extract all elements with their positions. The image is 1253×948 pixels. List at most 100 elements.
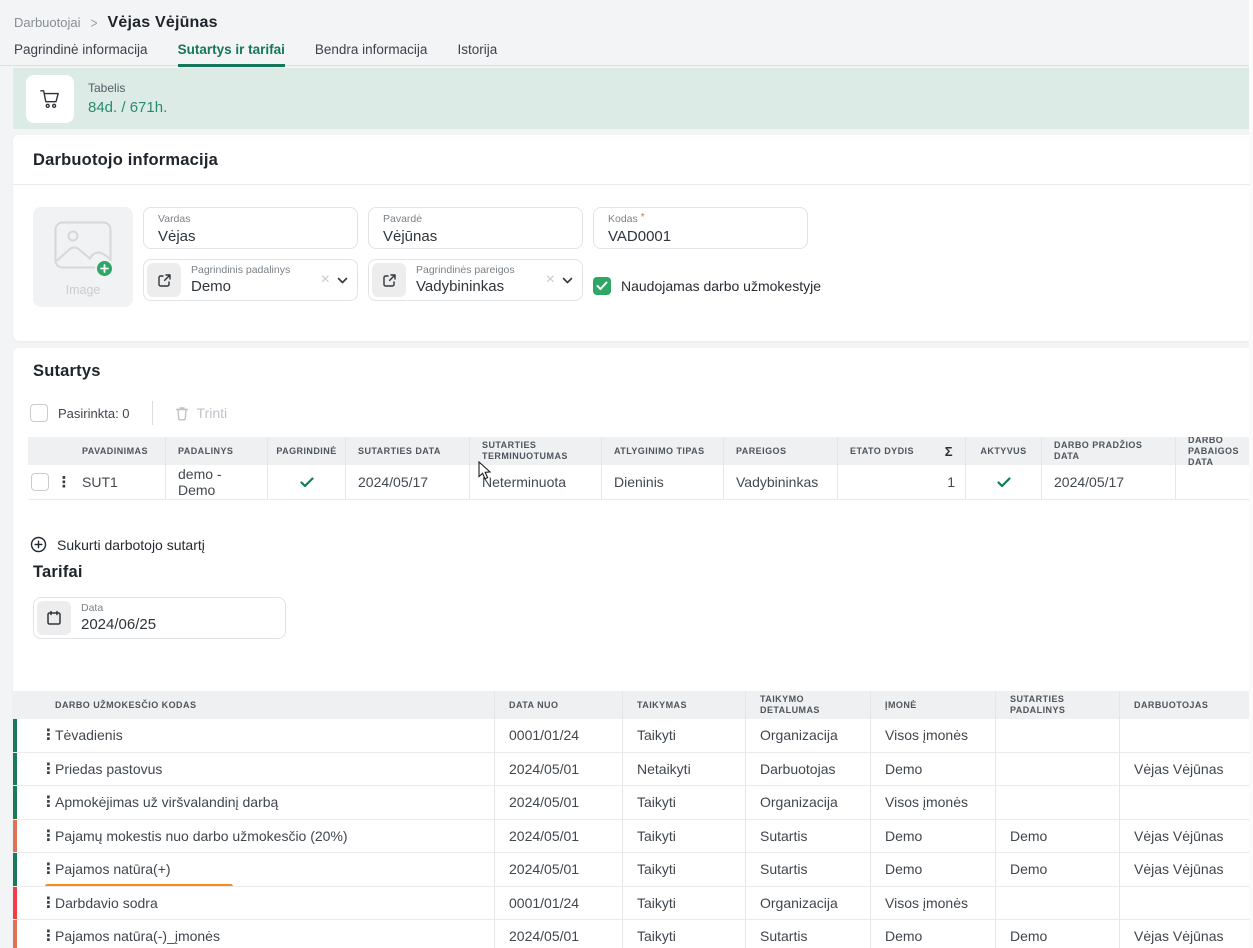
header-menu-cell <box>52 437 76 465</box>
tab-bar: Pagrindinė informacija Sutartys ir tarif… <box>14 41 1253 67</box>
breadcrumb-parent-link[interactable]: Darbuotojai <box>14 15 81 30</box>
tariff-cell-taikymas: Taikyti <box>623 853 746 886</box>
tariff-code-cell: ⋮Pajamų mokestis nuo darbo užmokesčio (2… <box>13 820 495 853</box>
open-pareigos-button[interactable] <box>372 263 406 297</box>
tariff-cell-padalinys: Demo <box>996 920 1120 948</box>
chevron-down-icon[interactable] <box>562 277 573 284</box>
tariff-cell-detalumas: Organizacija <box>746 719 871 752</box>
row-menu-kebab-icon[interactable]: ⋮ <box>41 895 56 910</box>
timesheet-cart-icon <box>26 75 74 123</box>
contract-cell-etato_dydis: 1 <box>838 465 966 499</box>
sigma-icon[interactable]: Σ <box>945 446 953 457</box>
row-menu-kebab-icon[interactable]: ⋮ <box>41 828 56 843</box>
row-menu-kebab-icon[interactable]: ⋮ <box>41 862 56 877</box>
contracts-table-header: PAVADINIMASPADALINYSPAGRINDINĖSUTARTIES … <box>28 437 1253 465</box>
trash-icon[interactable] <box>175 406 189 421</box>
tariff-code-label: Tėvadienis <box>55 727 123 743</box>
date-label: Data <box>81 602 276 615</box>
tariff-cell-imone: Visos įmonės <box>871 719 996 752</box>
breadcrumb-chevron-icon: > <box>91 14 98 31</box>
tab-bendra-informacija[interactable]: Bendra informacija <box>315 41 428 67</box>
padalinys-value: Demo <box>191 277 317 297</box>
row-status-bar <box>13 887 17 920</box>
payroll-checkbox-row[interactable]: Naudojamas darbo užmokestyje <box>593 259 808 301</box>
tab-istorija[interactable]: Istorija <box>457 41 497 67</box>
external-link-icon <box>157 273 172 288</box>
row-menu-kebab-icon[interactable]: ⋮ <box>41 728 56 743</box>
create-contract-button[interactable]: Sukurti darbotojo sutartį <box>30 536 1253 553</box>
create-contract-label: Sukurti darbotojo sutartį <box>57 537 205 553</box>
row-menu-kebab-icon[interactable]: ⋮ <box>41 929 56 944</box>
pareigos-field[interactable]: Pagrindinės pareigos Vadybininkas × <box>368 259 583 301</box>
contract-cell-pradzios_data: 2024/05/17 <box>1042 465 1176 499</box>
clear-icon[interactable]: × <box>321 272 330 288</box>
padalinys-field[interactable]: Pagrindinis padalinys Demo × <box>143 259 358 301</box>
clear-icon[interactable]: × <box>546 272 555 288</box>
scrollbar-track[interactable] <box>1249 0 1253 948</box>
contract-cell-padalinys: demo - Demo <box>166 465 268 499</box>
tariff-cell-imone: Demo <box>871 820 996 853</box>
tab-pagrindine-informacija[interactable]: Pagrindinė informacija <box>14 41 148 67</box>
pareigos-label: Pagrindinės pareigos <box>416 264 542 277</box>
tariff-row: ⋮Darbdavio sodra0001/01/24TaikytiOrganiz… <box>13 887 1253 921</box>
contracts-column-header: PAREIGOS <box>724 437 838 465</box>
tariff-cell-darbuotojas: Vėjas Vėjūnas <box>1120 820 1253 853</box>
tariff-row: ⋮Pajamos natūra(-)_įmonės2024/05/01Taiky… <box>13 920 1253 948</box>
pareigos-value: Vadybininkas <box>416 277 542 297</box>
tariff-cell-taikymas: Netaikyti <box>623 753 746 786</box>
contracts-section-title: Sutartys <box>13 348 1253 381</box>
contracts-table: PAVADINIMASPADALINYSPAGRINDINĖSUTARTIES … <box>28 437 1253 500</box>
row-menu-kebab-icon[interactable]: ⋮ <box>57 475 72 490</box>
open-padalinys-button[interactable] <box>147 263 181 297</box>
banner-title: Tabelis <box>88 81 167 95</box>
calendar-button[interactable] <box>37 601 71 635</box>
pavarde-field[interactable]: Pavardė Vėjūnas <box>368 207 583 249</box>
header-select-cell <box>28 437 52 465</box>
tabelis-banner[interactable]: Tabelis 84d. / 671h. <box>13 68 1253 129</box>
tariff-cell-detalumas: Sutartis <box>746 820 871 853</box>
tariff-cell-darbuotojas: Vėjas Vėjūnas <box>1120 853 1253 886</box>
tariff-cell-detalumas: Organizacija <box>746 786 871 819</box>
row-menu-kebab-icon[interactable]: ⋮ <box>41 761 56 776</box>
tariffs-column-header: DARBO UŽMOKESČIO KODAS <box>13 691 495 719</box>
plus-circle-icon <box>30 536 47 553</box>
contracts-column-header: AKTYVUS <box>966 437 1042 465</box>
tariff-cell-data_nuo: 0001/01/24 <box>495 887 623 920</box>
row-select-cell <box>28 465 52 499</box>
vardas-field[interactable]: Vardas Vėjas <box>143 207 358 249</box>
tariff-code-label: Pajamų mokestis nuo darbo užmokesčio (20… <box>55 828 348 844</box>
tab-sutartys-ir-tarifai[interactable]: Sutartys ir tarifai <box>178 41 285 67</box>
tariffs-table: DARBO UŽMOKESČIO KODASDATA NUOTAIKYMASTA… <box>13 691 1253 948</box>
tariff-code-cell: ⋮Pajamos natūra(-)_įmonės <box>13 920 495 948</box>
check-icon <box>997 477 1011 488</box>
tariffs-column-header: SUTARTIES PADALINYS <box>996 691 1120 719</box>
tariff-cell-padalinys: Demo <box>996 820 1120 853</box>
external-link-icon <box>382 273 397 288</box>
row-checkbox[interactable] <box>31 473 49 491</box>
tariff-row: ⋮Pajamų mokestis nuo darbo užmokesčio (2… <box>13 820 1253 854</box>
employee-card-title: Darbuotojo informacija <box>13 135 1253 184</box>
chevron-down-icon[interactable] <box>337 277 348 284</box>
contract-cell-pagrindine <box>268 465 346 499</box>
kodas-field[interactable]: Kodas* VAD0001 <box>593 207 808 249</box>
tariff-row: ⋮Pajamos natūra(+)2024/05/01TaikytiSutar… <box>13 853 1253 887</box>
date-value: 2024/06/25 <box>81 615 276 635</box>
payroll-checkbox[interactable] <box>593 277 611 295</box>
kodas-value: VAD0001 <box>608 227 795 247</box>
padalinys-label: Pagrindinis padalinys <box>191 264 317 277</box>
select-all-checkbox[interactable] <box>30 404 48 422</box>
check-icon <box>300 477 314 488</box>
pavarde-value: Vėjūnas <box>383 227 570 247</box>
row-menu-kebab-icon[interactable]: ⋮ <box>41 795 56 810</box>
tariff-cell-taikymas: Taikyti <box>623 719 746 752</box>
row-status-bar <box>13 920 17 948</box>
date-field[interactable]: Data 2024/06/25 <box>33 597 286 639</box>
contracts-toolbar: Pasirinkta: 0 Trinti <box>30 401 1253 425</box>
add-photo-plus-icon[interactable] <box>95 259 114 278</box>
contract-cell-atlyginimo_tipas: Dieninis <box>602 465 724 499</box>
delete-button[interactable]: Trinti <box>197 405 228 421</box>
employee-photo-upload[interactable]: Image <box>33 207 133 307</box>
tariffs-column-header: TAIKYMO DETALUMAS <box>746 691 871 719</box>
tariff-code-cell: ⋮Priedas pastovus <box>13 753 495 786</box>
banner-text: Tabelis 84d. / 671h. <box>88 81 167 116</box>
